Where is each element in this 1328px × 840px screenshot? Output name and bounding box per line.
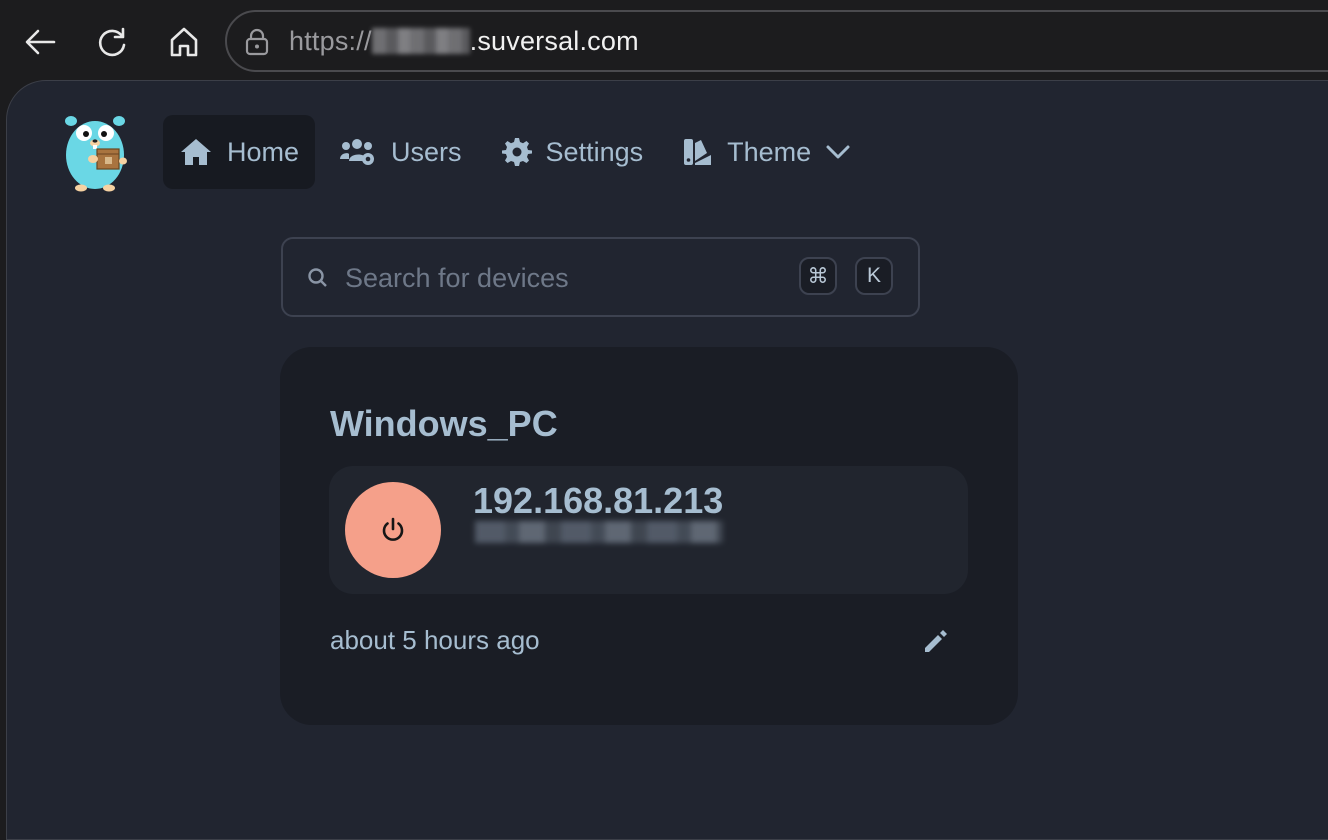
- swatches-icon: [684, 139, 712, 165]
- home-icon: [181, 139, 211, 165]
- url-scheme: https://: [289, 26, 372, 56]
- device-search: ⌘ K: [281, 237, 920, 317]
- gopher-logo[interactable]: [59, 109, 131, 193]
- chevron-down-icon: [826, 145, 850, 159]
- nav-label: Settings: [545, 136, 644, 167]
- wake-button[interactable]: [345, 482, 441, 578]
- app-page: Home Users Settings Theme Search for dev…: [6, 80, 1328, 840]
- last-seen-text: about 5 hours ago: [330, 625, 540, 655]
- device-card: Windows_PC 192.168.81.213 about 5 hours …: [280, 347, 1018, 725]
- main-nav: Home Users Settings Theme: [163, 115, 875, 189]
- device-info: 192.168.81.213: [329, 466, 968, 594]
- nav-item-users[interactable]: Users: [323, 115, 478, 189]
- search-icon: [308, 268, 327, 287]
- nav-item-settings[interactable]: Settings: [486, 115, 660, 189]
- nav-label: Users: [391, 136, 462, 167]
- nav-label: Home: [227, 136, 300, 167]
- home-page-button[interactable]: [164, 22, 204, 62]
- back-button[interactable]: [20, 22, 60, 62]
- url-host: .suversal.com: [469, 26, 639, 56]
- search-input[interactable]: [343, 253, 787, 303]
- users-cog-icon: [340, 139, 375, 165]
- device-ip: 192.168.81.213: [473, 480, 724, 521]
- house-outline-icon: [170, 27, 198, 57]
- edit-device-button[interactable]: [920, 625, 952, 657]
- redacted-mac-address: [475, 521, 723, 543]
- nav-item-home[interactable]: Home: [163, 115, 316, 189]
- shortcut-key-k: K: [855, 257, 893, 295]
- browser-toolbar: https:// .suversal.com: [0, 0, 1328, 84]
- url-text: https:// .suversal.com: [289, 26, 639, 57]
- shortcut-key-cmd: ⌘: [799, 257, 837, 295]
- device-name: Windows_PC: [330, 403, 558, 444]
- pencil-icon: [925, 630, 947, 652]
- nav-label: Theme: [727, 136, 812, 167]
- power-icon: [382, 517, 404, 541]
- gear-icon: [501, 138, 532, 166]
- nav-item-theme[interactable]: Theme: [667, 115, 867, 189]
- redacted-subdomain: [371, 28, 470, 54]
- arrow-left-icon: [25, 29, 56, 55]
- reload-button[interactable]: [92, 22, 132, 62]
- address-bar[interactable]: https:// .suversal.com: [225, 10, 1328, 72]
- lock-icon: [245, 28, 269, 56]
- reload-icon: [98, 27, 126, 57]
